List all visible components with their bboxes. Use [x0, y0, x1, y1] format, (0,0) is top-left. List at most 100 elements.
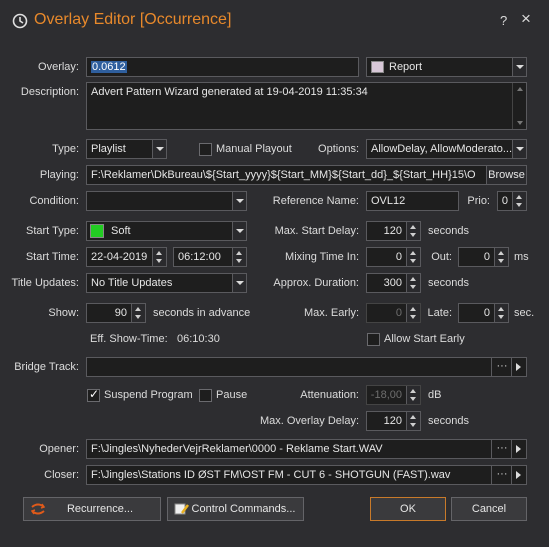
chevron-down-icon[interactable]: [512, 58, 526, 76]
stepper-arrows-icon[interactable]: [232, 248, 246, 266]
overlay-input[interactable]: 0.0612: [86, 57, 359, 77]
attenuation-unit: dB: [428, 389, 442, 401]
suspend-program-label: Suspend Program: [104, 389, 193, 401]
stepper-arrows-icon[interactable]: [406, 412, 420, 430]
options-label: Options:: [318, 143, 359, 155]
stepper-arrows-icon[interactable]: [131, 304, 145, 322]
close-button[interactable]: ×: [521, 9, 531, 29]
out-stepper[interactable]: 0: [458, 247, 509, 267]
options-select[interactable]: AllowDelay, AllowModerato...: [366, 139, 527, 159]
playing-input[interactable]: F:\Reklamer\DkBureau\${Start_yyyy}${Star…: [86, 165, 527, 185]
stepper-arrows-icon[interactable]: [406, 386, 420, 404]
scroll-down-icon[interactable]: [517, 121, 523, 125]
play-icon[interactable]: [512, 466, 526, 484]
max-overlay-delay-stepper[interactable]: 120: [366, 411, 421, 431]
approx-duration-unit: seconds: [428, 277, 469, 289]
manual-playout-checkbox[interactable]: [199, 143, 212, 156]
start-date-value: 22-04-2019: [91, 251, 148, 263]
closer-value: F:\Jingles\Stations ID ØST FM\OST FM - C…: [91, 469, 451, 481]
approx-duration-value: 300: [383, 277, 402, 289]
description-textarea[interactable]: Advert Pattern Wizard generated at 19-04…: [86, 82, 527, 130]
stepper-arrows-icon[interactable]: [406, 248, 420, 266]
more-options-icon[interactable]: ···: [493, 440, 511, 458]
more-options-icon[interactable]: ···: [493, 358, 511, 376]
mixing-time-in-stepper[interactable]: 0: [366, 247, 421, 267]
start-type-value: Soft: [111, 225, 131, 237]
type-select[interactable]: Playlist: [86, 139, 167, 159]
eff-show-time-label: Eff. Show-Time:: [90, 333, 168, 345]
help-button[interactable]: ?: [500, 13, 507, 28]
playing-value: F:\Reklamer\DkBureau\${Start_yyyy}${Star…: [91, 169, 476, 181]
opener-input[interactable]: F:\Jingles\NyhederVejrReklamer\0000 - Re…: [86, 439, 527, 459]
reference-name-value: OVL12: [371, 195, 406, 207]
recurrence-button[interactable]: Recurrence...: [23, 497, 161, 521]
play-icon[interactable]: [512, 440, 526, 458]
title-bar: Overlay Editor [Occurrence] ? ×: [0, 0, 549, 44]
max-start-delay-unit: seconds: [428, 225, 469, 237]
description-scrollbar[interactable]: [512, 83, 526, 129]
prio-label: Prio:: [467, 195, 490, 207]
show-stepper[interactable]: 90: [86, 303, 146, 323]
title-updates-value: No Title Updates: [91, 277, 173, 289]
start-date-picker[interactable]: 22-04-2019: [86, 247, 167, 267]
allow-start-early-checkbox[interactable]: [367, 333, 380, 346]
chevron-down-icon[interactable]: [152, 140, 166, 158]
browse-label: Browse: [488, 169, 525, 181]
max-early-stepper[interactable]: 0: [366, 303, 421, 323]
start-time-value: 06:12:00: [178, 251, 221, 263]
reference-name-label: Reference Name:: [272, 195, 359, 207]
browse-button[interactable]: Browse: [486, 166, 526, 184]
category-color-swatch: [371, 61, 384, 73]
reference-name-input[interactable]: OVL12: [366, 191, 459, 211]
ok-button[interactable]: OK: [370, 497, 446, 521]
stepper-arrows-icon[interactable]: [494, 248, 508, 266]
cancel-button[interactable]: Cancel: [451, 497, 527, 521]
pause-checkbox[interactable]: [199, 389, 212, 402]
opener-value: F:\Jingles\NyhederVejrReklamer\0000 - Re…: [91, 443, 383, 455]
pencil-icon: [174, 503, 189, 515]
bridge-track-input[interactable]: ···: [86, 357, 527, 377]
prio-stepper[interactable]: 0: [497, 191, 527, 211]
playing-label: Playing:: [39, 169, 79, 181]
stepper-arrows-icon[interactable]: [152, 248, 166, 266]
closer-input[interactable]: F:\Jingles\Stations ID ØST FM\OST FM - C…: [86, 465, 527, 485]
stepper-arrows-icon[interactable]: [406, 274, 420, 292]
suspend-program-checkbox[interactable]: [87, 387, 100, 402]
start-type-select[interactable]: Soft: [86, 221, 247, 241]
show-value: 90: [114, 307, 127, 319]
bridge-track-label: Bridge Track:: [14, 361, 79, 373]
stepper-arrows-icon[interactable]: [512, 192, 526, 210]
condition-select[interactable]: [86, 191, 247, 211]
out-value: 0: [483, 251, 490, 263]
recurrence-icon: [30, 503, 46, 515]
overlay-category-select[interactable]: Report: [366, 57, 527, 77]
chevron-down-icon[interactable]: [232, 222, 246, 240]
stepper-arrows-icon[interactable]: [494, 304, 508, 322]
mixing-time-in-value: 0: [395, 251, 402, 263]
opener-label: Opener:: [39, 443, 79, 455]
chevron-down-icon[interactable]: [512, 140, 526, 158]
description-value: Advert Pattern Wizard generated at 19-04…: [91, 86, 368, 98]
stepper-arrows-icon[interactable]: [406, 304, 420, 322]
title-updates-select[interactable]: No Title Updates: [86, 273, 247, 293]
scroll-up-icon[interactable]: [517, 87, 523, 91]
max-start-delay-stepper[interactable]: 120: [366, 221, 421, 241]
more-options-icon[interactable]: ···: [493, 466, 511, 484]
clock-icon: [12, 13, 28, 29]
control-commands-button[interactable]: Control Commands...: [167, 497, 304, 521]
late-unit: sec.: [514, 307, 535, 319]
start-type-label: Start Type:: [26, 225, 79, 237]
chevron-down-icon[interactable]: [232, 192, 246, 210]
attenuation-stepper[interactable]: -18,00: [366, 385, 421, 405]
closer-label: Closer:: [44, 469, 79, 481]
stepper-arrows-icon[interactable]: [406, 222, 420, 240]
start-time-picker[interactable]: 06:12:00: [173, 247, 247, 267]
max-early-value: 0: [395, 307, 402, 319]
mixing-time-in-label: Mixing Time In:: [285, 251, 359, 263]
manual-playout-label: Manual Playout: [216, 143, 292, 155]
chevron-down-icon[interactable]: [232, 274, 246, 292]
late-stepper[interactable]: 0: [458, 303, 509, 323]
start-time-label: Start Time:: [25, 251, 79, 263]
approx-duration-stepper[interactable]: 300: [366, 273, 421, 293]
play-icon[interactable]: [512, 358, 526, 376]
